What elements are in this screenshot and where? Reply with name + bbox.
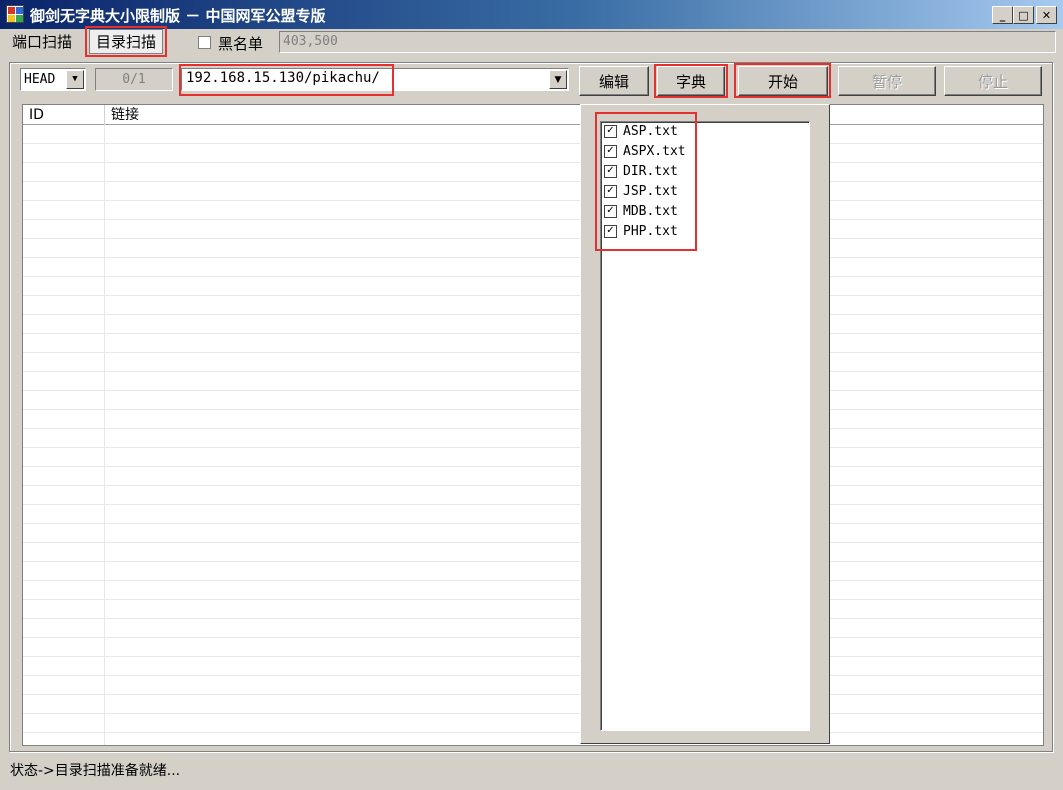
dictionary-button-highlight (654, 64, 728, 98)
maximize-icon: □ (1018, 8, 1029, 22)
dictionary-items-highlight (595, 112, 697, 251)
window-title: 御剑无字典大小限制版 － 中国网军公盟专版 (30, 7, 326, 25)
progress-display: 0/1 (95, 68, 173, 91)
start-button-highlight (734, 63, 831, 98)
method-value: HEAD (24, 72, 56, 87)
minimize-icon: _ (999, 8, 1006, 22)
column-id[interactable]: ID (23, 105, 105, 125)
pause-button[interactable]: 暂停 (838, 66, 936, 96)
blacklist-checkbox[interactable] (198, 36, 211, 49)
close-button[interactable]: ✕ (1036, 6, 1057, 24)
chevron-down-icon: ▼ (72, 74, 78, 84)
app-icon (6, 5, 24, 23)
tab-dir-scan-highlight (85, 26, 167, 57)
stop-button[interactable]: 停止 (944, 66, 1042, 96)
tab-port-scan[interactable]: 端口扫描 (6, 30, 78, 56)
status-bar-text: 状态->目录扫描准备就绪... (10, 763, 181, 779)
minimize-button[interactable]: _ (992, 6, 1013, 24)
edit-button[interactable]: 编辑 (579, 66, 649, 96)
results-list[interactable]: ID 链接 (22, 104, 1044, 746)
column-separator (104, 125, 105, 745)
method-dropdown-button[interactable]: ▼ (66, 70, 84, 89)
url-dropdown-button[interactable]: ▼ (549, 70, 567, 89)
method-select[interactable]: HEAD ▼ (20, 68, 86, 91)
maximize-button[interactable]: □ (1013, 6, 1034, 24)
close-icon: ✕ (1041, 8, 1052, 22)
blacklist-codes-input[interactable]: 403,500 (279, 31, 1056, 53)
blacklist-label: 黑名单 (218, 35, 264, 53)
list-header: ID 链接 (23, 105, 1043, 125)
list-rows (23, 125, 1043, 745)
url-highlight (179, 64, 394, 96)
chevron-down-icon: ▼ (554, 74, 562, 85)
column-link[interactable]: 链接 (105, 105, 1043, 125)
